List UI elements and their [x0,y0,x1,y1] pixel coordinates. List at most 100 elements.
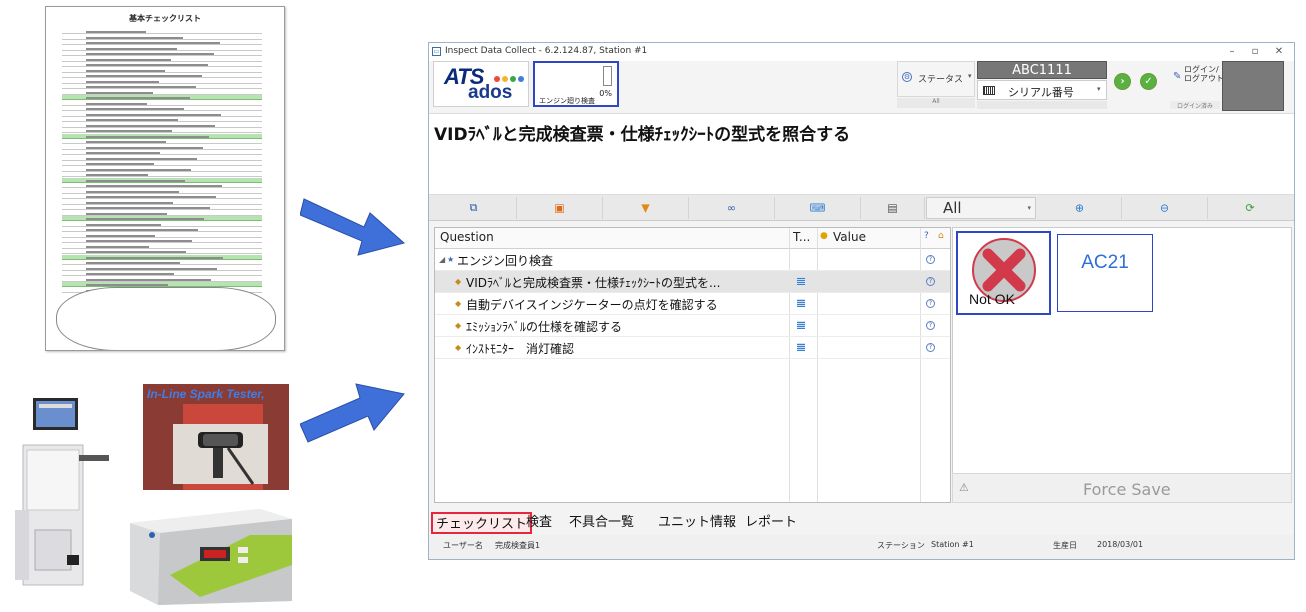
progress-bar [603,66,612,86]
checkmark-icon[interactable]: ✓ [1140,73,1157,90]
column-value[interactable]: Value [833,230,866,244]
document-text-line [86,80,159,83]
star-icon: ★ [447,255,455,264]
window-icon: ⧉ [469,201,478,214]
filter-button[interactable]: ▼ [603,197,689,219]
document-text-line [86,113,221,116]
login-logout-button[interactable]: ✎ ログイン/ ログアウト [1170,61,1224,99]
collapse-icon[interactable]: ◢ [439,255,445,264]
close-button[interactable]: ✕ [1269,44,1289,60]
help-icon[interactable]: ? [926,299,935,308]
column-type[interactable]: T... [793,230,810,244]
tab-inspection[interactable]: 検査 [523,512,555,534]
ats-ados-logo: ATS ados [433,61,529,107]
question-row[interactable]: ◆ ｴﾐｯｼｮﾝﾗﾍﾞﾙの仕様を確認する ? [435,315,950,337]
help-icon[interactable]: ? [926,321,935,330]
question-list-header: Question T... ● Value ? ⌂ [435,228,950,249]
document-text-line [86,262,180,264]
question-item-icon: ◆ [455,299,462,308]
answer-panel: Not OK AC21 [952,227,1292,503]
header-bar: ATS ados 0% エンジン廻り検査 ⚙ ステータス ▾ All ABC11… [429,61,1294,111]
document-table-row [62,222,262,227]
lock-column-icon: ⌂ [938,231,944,241]
tab-unit-info[interactable]: ユニット情報 [655,512,739,534]
question-label: ｴﾐｯｼｮﾝﾗﾍﾞﾙの仕様を確認する [466,320,623,334]
keyboard-button[interactable]: ⌨ [775,197,861,219]
document-text-line [86,91,153,94]
document-table-row [62,161,262,166]
help-icon[interactable]: ? [926,277,935,286]
warning-icon: ⚠ [959,481,969,494]
arrow-right-icon[interactable]: › [1114,73,1131,90]
document-text-line [86,124,215,127]
tab-checklist[interactable]: チェックリスト [431,512,533,534]
document-table-row [62,211,262,216]
document-text-line [86,240,192,242]
serial-number-value[interactable]: ABC1111 [977,61,1107,79]
document-table-row [62,95,262,100]
help-icon[interactable]: ? [926,343,935,352]
question-row[interactable]: ◆ VIDﾗﾍﾞﾙと完成検査票・仕様ﾁｪｯｸｼｰﾄの型式を... ? [435,271,950,293]
defect-code-label: AC21 [1081,252,1129,273]
image-button[interactable]: ▣ [517,197,603,219]
spark-tester-label: In-Line Spark Tester, [147,387,265,401]
refresh-button[interactable]: ⟳ [1208,197,1292,219]
minimize-button[interactable]: – [1222,44,1242,60]
filter-icon: ▼ [641,201,650,215]
inspect-data-collect-window: ▭ Inspect Data Collect - 6.2.124.87, Sta… [428,42,1295,560]
question-group-row[interactable]: ◢ ★ エンジン回り検査 ? [435,249,950,271]
chevron-down-icon[interactable]: ▾ [1097,85,1101,93]
chevron-down-icon: ▾ [968,72,972,80]
document-table-row [62,128,262,133]
tab-report[interactable]: レポート [742,512,800,534]
instruction-text: VIDﾗﾍﾞﾙと完成検査票・仕様ﾁｪｯｸｼｰﾄの型式を照合する [434,125,851,145]
document-table-row [62,216,262,221]
force-save-button[interactable]: ⚠ Force Save [952,473,1292,503]
remove-button[interactable]: ⊖ [1122,197,1208,219]
document-text-line [86,86,196,88]
tab-defect-list[interactable]: 不具合一覧 [566,512,637,534]
help-icon[interactable]: ? [926,255,935,264]
document-table-row [62,40,262,45]
document-text-line [86,218,204,220]
document-text-line [86,108,184,110]
document-table-row [62,117,262,122]
document-text-line [86,251,186,253]
document-text-line [86,284,168,286]
question-item-icon: ◆ [455,321,462,330]
document-text-line [86,157,197,160]
not-ok-result-tile[interactable]: Not OK [956,231,1051,315]
window-button[interactable]: ⧉ [431,197,517,219]
document-text-line [86,135,209,138]
minus-circle-icon: ⊖ [1159,201,1170,215]
document-table-row [62,271,262,276]
view-filter-value: All [943,199,962,217]
station-value: Station #1 [931,540,974,549]
note-icon: ▤ [887,201,898,215]
document-table-row [62,249,262,254]
question-label: VIDﾗﾍﾞﾙと完成検査票・仕様ﾁｪｯｸｼｰﾄの型式を... [466,276,721,290]
inspection-kiosk-photo [15,398,109,586]
search-button[interactable]: ∞ [689,197,775,219]
document-table-row [62,277,262,282]
maximize-button[interactable]: ▫ [1245,44,1265,60]
note-button[interactable]: ▤ [861,197,925,219]
defect-code-tile[interactable]: AC21 [1057,234,1153,312]
view-filter-dropdown[interactable]: All ▾ [926,197,1036,219]
checklist-type-icon [797,321,805,329]
status-dropdown[interactable]: ⚙ ステータス ▾ [897,61,975,97]
plus-circle-icon: ⊕ [1074,201,1085,215]
document-table-row [62,205,262,210]
inspection-progress-tile[interactable]: 0% エンジン廻り検査 [533,61,619,107]
column-question[interactable]: Question [440,230,494,244]
document-text-line [86,141,166,143]
question-row[interactable]: ◆ ｲﾝｽﾄﾓﾆﾀｰ 消灯確認 ? [435,337,950,359]
question-row[interactable]: ◆ 自動デバイスインジケーターの点灯を確認する ? [435,293,950,315]
serial-number-selector[interactable]: シリアル番号 [977,80,1107,100]
user-avatar [1222,61,1284,111]
arrow-to-app-top [300,198,406,256]
user-value: 完成検査員1 [495,541,541,550]
add-button[interactable]: ⊕ [1038,197,1122,219]
question-item-icon: ◆ [455,277,462,286]
question-group-label: エンジン回り検査 [457,254,554,268]
